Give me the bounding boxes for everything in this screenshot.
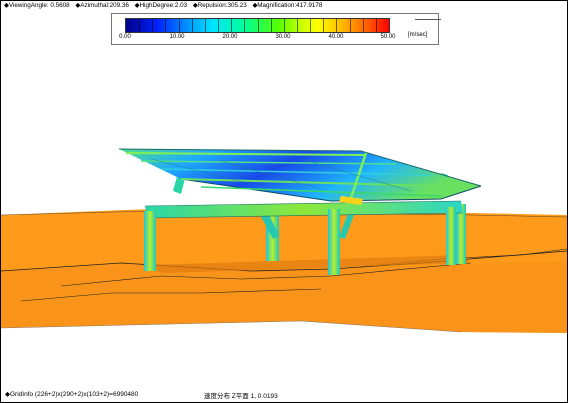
scale-divider [152,19,154,32]
viewport[interactable]: ◆ViewingAngle: 0.5608 ◆Azimuthal:209.36 … [0,0,568,403]
scale-tick: 10.00 [169,34,185,40]
scale-divider [231,19,233,32]
scale-divider [323,19,325,32]
azimuthal-readout: ◆Azimuthal:209.36 [75,2,129,9]
scale-divider [191,19,193,32]
scale-divider [349,19,351,32]
scale-divider [362,19,364,32]
high-degree-readout: ◆HighDegree:2.03 [134,2,188,9]
color-scale-bar [125,18,390,33]
scale-divider [270,19,272,32]
scale-divider [178,19,180,32]
plane-label: 速度分布 Z平面 1, 0.0193 [204,393,278,400]
scale-divider [283,19,285,32]
scale-divider [296,19,298,32]
scale-divider [218,19,220,32]
scale-unit: [m/sec] [408,32,428,38]
scale-divider [310,19,312,32]
viewing-angle-readout: ◆ViewingAngle: 0.5608 [4,2,70,9]
scale-tick: 0.00 [119,34,131,40]
magnification-readout: ◆Magnification:417.9178 [252,2,323,9]
reference-line [415,19,441,20]
scale-divider [244,19,246,32]
scale-divider [204,19,206,32]
scale-tick: 50.00 [380,34,396,40]
ground-shade [1,261,567,333]
repulsion-readout: ◆Repulsion:305.23 [192,2,247,9]
scale-divider [165,19,167,32]
scale-tick: 30.00 [275,34,291,40]
scale-tick: 40.00 [328,34,344,40]
view-parameters: ◆ViewingAngle: 0.5608 ◆Azimuthal:209.36 … [4,2,326,10]
scale-tick: 20.00 [222,34,238,40]
scale-divider [336,19,338,32]
scale-divider [257,19,259,32]
scale-divider [375,19,377,32]
grid-info: ◆GridInfo (226+2)x(290+2)x(103+2)=699048… [5,391,139,398]
color-scale-legend: 0.00 10.00 20.00 30.00 40.00 50.00 [m/se… [111,13,439,45]
scale-divider [139,19,141,32]
velocity-scene[interactable] [1,1,567,402]
